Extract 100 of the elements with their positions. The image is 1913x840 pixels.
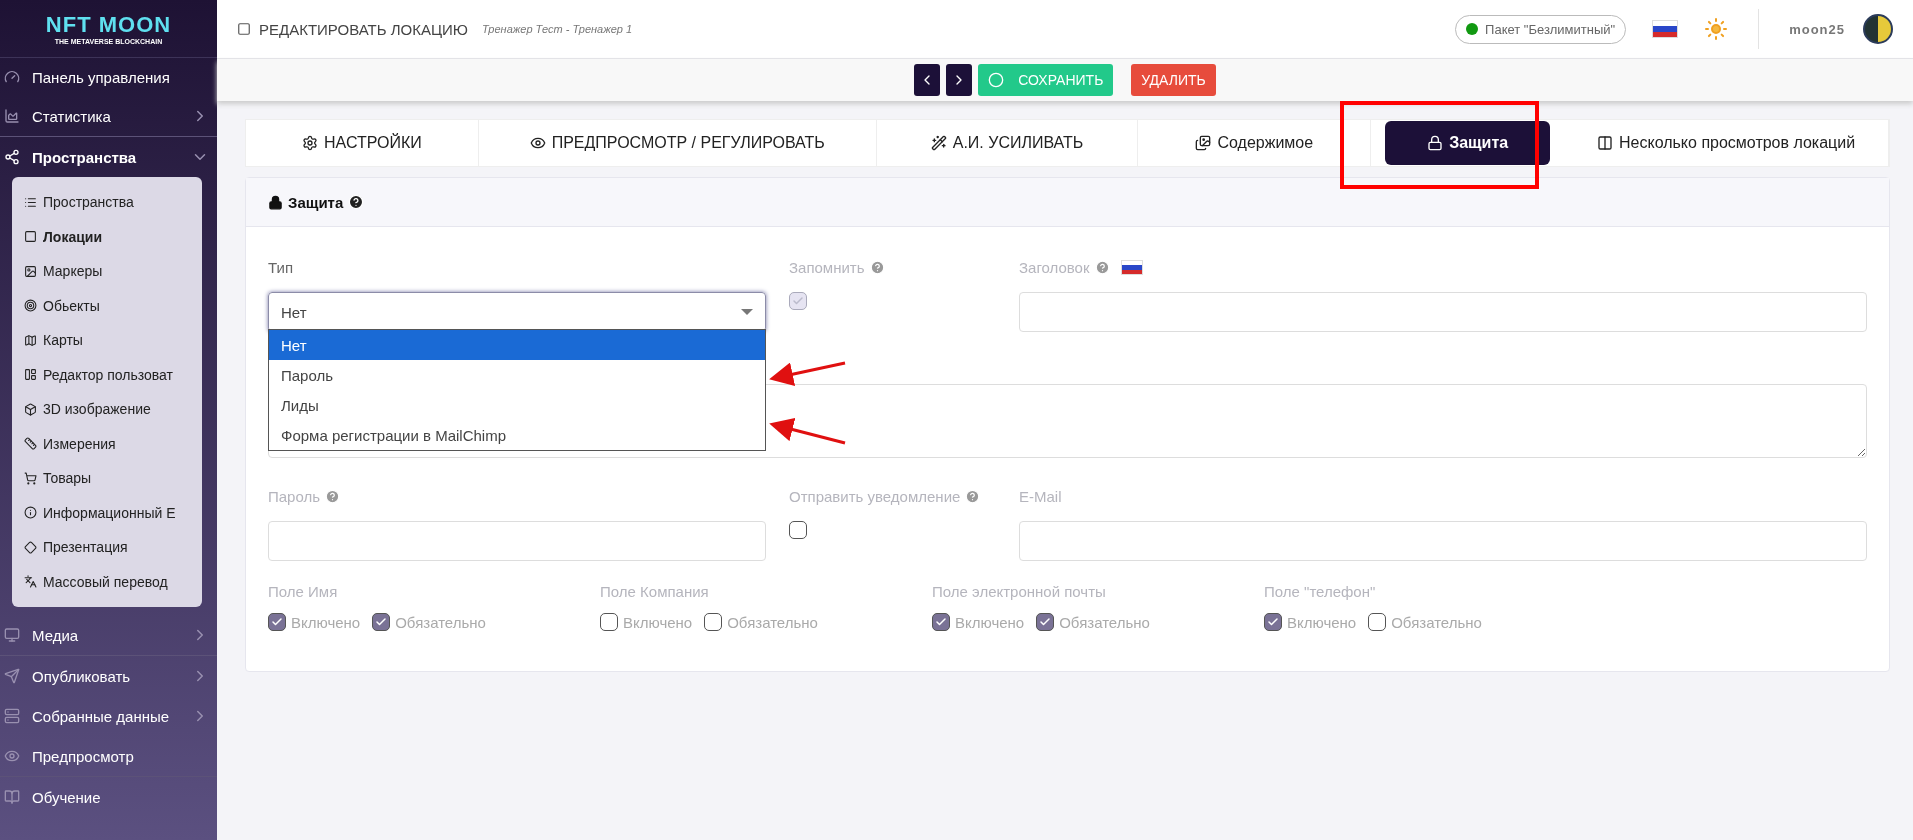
flag-icon[interactable] — [1120, 259, 1143, 275]
tab-icon — [930, 135, 947, 151]
status-dot-icon — [1466, 23, 1479, 35]
submenu-item[interactable]: Презентация — [12, 530, 202, 565]
checkbox[interactable] — [704, 613, 723, 631]
page-subtitle: Тренажер Тест - Тренажер 1 — [482, 23, 633, 35]
plan-label: Пакет "Безлимитный" — [1485, 21, 1616, 37]
frame-icon — [237, 22, 251, 36]
checkbox-label: Обязательно — [395, 613, 486, 631]
lock-icon — [268, 194, 283, 210]
checkbox-label: Обязательно — [727, 613, 818, 631]
submenu-item-icon — [24, 333, 37, 347]
checkbox-label: Обязательно — [1391, 613, 1482, 631]
field-label: Отправить уведомление — [789, 487, 961, 505]
tab[interactable]: НАСТРОЙКИ — [246, 120, 479, 166]
tab[interactable]: ПРЕДПРОСМОТР / РЕГУЛИРОВАТЬ — [478, 120, 877, 166]
password-input[interactable] — [268, 521, 766, 561]
submenu-item-icon — [24, 195, 37, 209]
checkbox[interactable] — [1264, 613, 1282, 631]
submenu-item[interactable]: Товары — [12, 461, 202, 496]
tab[interactable]: Содержимое — [1138, 120, 1372, 166]
next-button[interactable] — [946, 64, 973, 96]
email-input[interactable] — [1019, 521, 1867, 561]
checkbox[interactable] — [1368, 613, 1387, 631]
previous-button[interactable] — [914, 64, 941, 96]
heading-input[interactable] — [1019, 292, 1867, 332]
submenu-item[interactable]: Информационный Е — [12, 495, 202, 530]
field-label: Заголовок — [1019, 258, 1090, 276]
check-icon — [935, 616, 947, 628]
submenu-item[interactable]: Карты — [12, 323, 202, 358]
field-label: Поле электронной почты — [932, 583, 1106, 600]
checkbox[interactable] — [932, 613, 950, 631]
checkbox-label: Включено — [623, 613, 693, 631]
checkbox[interactable] — [1036, 613, 1055, 631]
submenu-item[interactable]: Измерения — [12, 426, 202, 461]
check-icon — [375, 616, 388, 628]
field-label: E-Mail — [1019, 487, 1062, 505]
sidebar-item[interactable]: Панель управления — [0, 58, 217, 96]
sidebar-item[interactable]: Медиа — [0, 615, 217, 656]
submenu-item-icon — [24, 368, 37, 382]
tab-icon — [1427, 135, 1444, 151]
sidebar-item[interactable]: Собранные данные — [0, 696, 217, 736]
delete-button[interactable]: УДАЛИТЬ — [1131, 64, 1216, 96]
field-label: Запомнить — [789, 258, 865, 276]
check-icon — [792, 295, 804, 307]
checkbox-label: Включено — [955, 613, 1025, 631]
avatar[interactable] — [1863, 14, 1893, 44]
menu-item-icon — [4, 627, 20, 643]
checkbox-label: Включено — [1287, 613, 1357, 631]
submenu-item[interactable]: Локации — [12, 219, 202, 254]
submenu-item[interactable]: Массовый перевод — [12, 564, 202, 599]
checkbox-label: Обязательно — [1059, 613, 1150, 631]
menu-item-icon — [4, 708, 20, 724]
check-icon — [271, 616, 283, 628]
flag-icon[interactable] — [1652, 20, 1679, 38]
menu-item-icon — [4, 668, 20, 684]
checkbox[interactable] — [372, 613, 391, 631]
checkbox[interactable] — [268, 613, 286, 631]
page-title: РЕДАКТИРОВАТЬ ЛОКАЦИЮ — [259, 20, 468, 38]
username[interactable]: moon25 — [1789, 21, 1845, 37]
tab[interactable]: Защита — [1385, 121, 1551, 165]
check-icon — [1039, 616, 1052, 628]
submenu-item-icon — [24, 575, 37, 589]
sidebar-item[interactable]: Пространства — [0, 137, 217, 177]
menu-item-icon — [4, 748, 20, 764]
help-icon[interactable] — [348, 194, 365, 210]
submenu-item[interactable]: Редактор пользоват — [12, 357, 202, 392]
check-icon — [1267, 616, 1279, 628]
submenu-item[interactable]: Пространства — [12, 185, 202, 220]
checkbox[interactable] — [789, 521, 807, 539]
menu-item-icon — [4, 69, 20, 85]
tab-icon — [1195, 135, 1212, 151]
menu-item-icon — [4, 108, 20, 124]
submenu-item-icon — [24, 402, 37, 416]
menu-item-icon — [4, 789, 20, 805]
submenu-item[interactable]: Маркеры — [12, 254, 202, 289]
tab-icon — [529, 135, 546, 151]
sidebar-item[interactable]: Обучение — [0, 777, 217, 817]
submenu-item-icon — [24, 264, 37, 278]
submenu-item[interactable]: 3D изображение — [12, 392, 202, 427]
logo-title: NFT MOON — [45, 12, 172, 38]
field-label: Тип — [268, 258, 293, 276]
menu-item-icon — [4, 149, 20, 165]
submenu-item-icon — [24, 230, 37, 244]
checkbox[interactable] — [600, 613, 618, 631]
tab-icon — [1597, 135, 1613, 151]
field-label: Пароль — [268, 487, 321, 505]
field-label: Поле "телефон" — [1264, 583, 1376, 600]
submenu-item-icon — [24, 540, 37, 554]
submenu-item-icon — [24, 299, 37, 313]
tab[interactable]: А.И. УСИЛИВАТЬ — [876, 120, 1139, 166]
sidebar-item[interactable]: Опубликовать — [0, 656, 217, 696]
sidebar-item[interactable]: Предпросмотр — [0, 736, 217, 777]
card-title: Защита — [288, 193, 344, 211]
sidebar-item[interactable]: Статистика — [0, 96, 217, 137]
dropdown-option[interactable]: Нет — [269, 330, 765, 360]
submenu-item[interactable]: Обьекты — [12, 288, 202, 323]
field-label: Поле Компания — [600, 583, 709, 600]
submenu-item-icon — [24, 471, 37, 485]
tab[interactable]: Несколько просмотров локаций — [1564, 120, 1889, 166]
